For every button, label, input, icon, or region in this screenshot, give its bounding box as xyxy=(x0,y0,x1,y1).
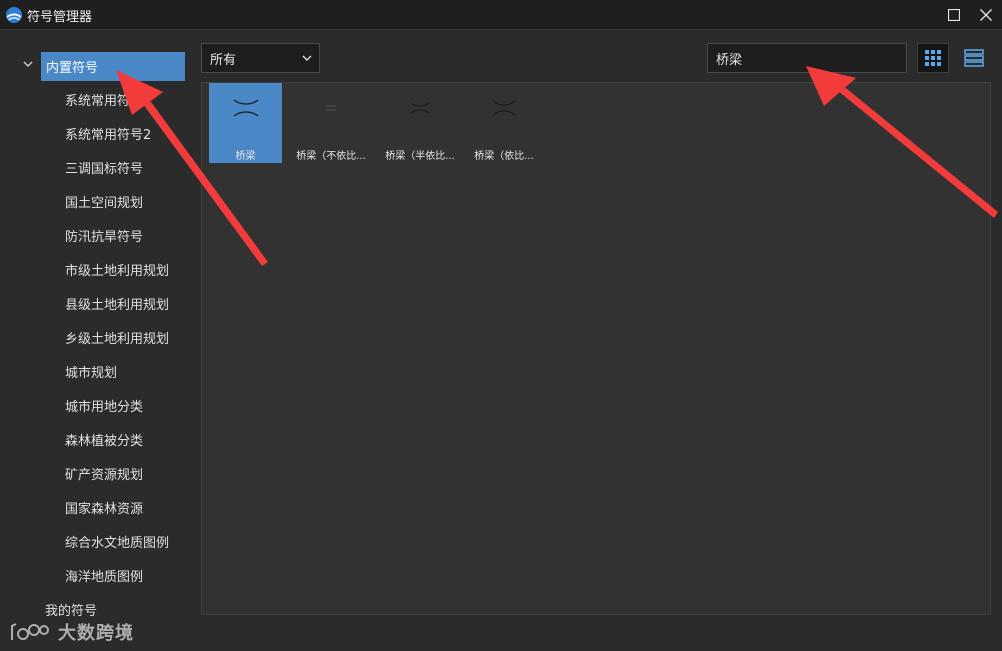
close-icon xyxy=(980,8,992,21)
symbol-grid: 桥梁 桥梁（不依比... 桥梁（半依比... 桥梁（依比... xyxy=(201,82,991,615)
tree-item-mineral-resources[interactable]: 矿产资源规划 xyxy=(65,466,143,486)
bridge-not-to-scale-icon xyxy=(326,105,336,111)
tree-item-city-land-use[interactable]: 市级土地利用规划 xyxy=(65,262,169,282)
list-view-button[interactable] xyxy=(958,43,990,73)
tree-item-national-forest[interactable]: 国家森林资源 xyxy=(65,500,143,520)
title-bar: 符号管理器 xyxy=(0,0,1002,30)
tree-item-flood-drought[interactable]: 防汛抗旱符号 xyxy=(65,228,143,248)
symbol-item-bridge[interactable]: 桥梁 xyxy=(209,83,282,163)
search-input[interactable] xyxy=(707,43,907,73)
bridge-to-scale-icon xyxy=(492,100,516,116)
list-icon xyxy=(964,49,984,67)
tree-item-sandiao[interactable]: 三调国标符号 xyxy=(65,160,143,180)
symbol-label: 桥梁（半依比... xyxy=(385,151,455,162)
tree-item-township-land-use[interactable]: 乡级土地利用规划 xyxy=(65,330,169,350)
tree-item-forest-vegetation[interactable]: 森林植被分类 xyxy=(65,432,143,452)
grid-icon xyxy=(925,50,941,66)
tree-item-county-land-use[interactable]: 县级土地利用规划 xyxy=(65,296,169,316)
symbol-label: 桥梁 xyxy=(235,151,256,162)
maximize-button[interactable] xyxy=(938,0,970,29)
symbol-item-bridge-half-scale[interactable]: 桥梁（半依比... xyxy=(377,83,463,163)
bridge-half-scale-icon xyxy=(410,102,430,114)
symbol-item-bridge-not-to-scale[interactable]: 桥梁（不依比... xyxy=(288,83,374,163)
watermark: 大数跨境 xyxy=(8,619,134,645)
tree-item-hydrogeology-legend[interactable]: 综合水文地质图例 xyxy=(65,534,169,554)
symbol-item-bridge-to-scale[interactable]: 桥梁（依比... xyxy=(464,83,544,163)
tree-item-urban-planning[interactable]: 城市规划 xyxy=(65,364,117,384)
grid-view-button[interactable] xyxy=(917,43,949,73)
filter-dropdown[interactable]: 所有 xyxy=(201,43,320,73)
chevron-down-icon[interactable] xyxy=(21,57,35,71)
tree-item-urban-land-class[interactable]: 城市用地分类 xyxy=(65,398,143,418)
tree-item-system-common[interactable]: 系统常用符号 xyxy=(65,92,143,112)
tree-root-builtin-symbols[interactable]: 内置符号 xyxy=(41,52,185,81)
watermark-text: 大数跨境 xyxy=(58,623,134,644)
app-logo-icon xyxy=(6,7,22,23)
watermark-logo-icon xyxy=(11,623,49,640)
close-button[interactable] xyxy=(970,0,1002,29)
bridge-symbol-icon xyxy=(233,99,258,117)
symbol-label: 桥梁（不依比... xyxy=(296,151,366,162)
tree-item-land-spatial[interactable]: 国土空间规划 xyxy=(65,194,143,214)
filter-dropdown-value: 所有 xyxy=(210,52,237,68)
maximize-icon xyxy=(948,8,960,21)
tree-item-system-common-2[interactable]: 系统常用符号2 xyxy=(65,126,151,146)
tree-item-marine-geology-legend[interactable]: 海洋地质图例 xyxy=(65,568,143,588)
window-title: 符号管理器 xyxy=(27,10,93,25)
symbol-label: 桥梁（依比... xyxy=(474,151,534,162)
chevron-down-icon xyxy=(302,55,312,61)
